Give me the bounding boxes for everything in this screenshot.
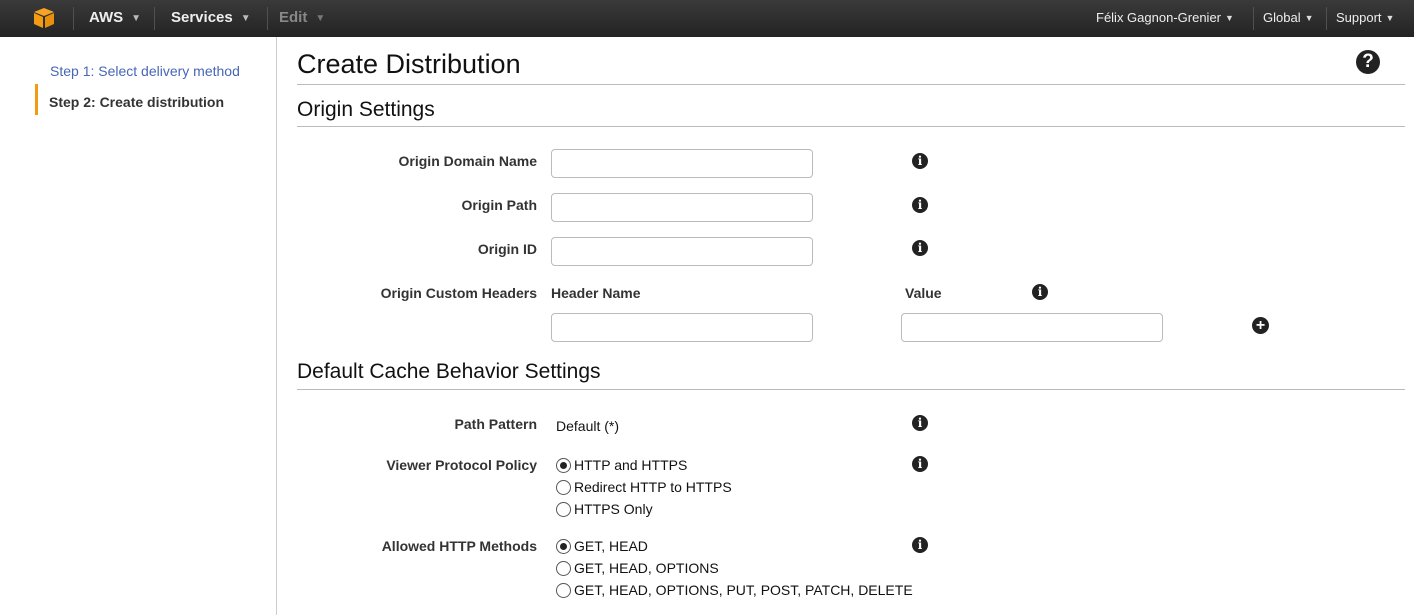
origin-settings-heading: Origin Settings (297, 98, 435, 121)
allowed-http-methods-label: Allowed HTTP Methods (381, 538, 537, 554)
radio-label: GET, HEAD, OPTIONS, PUT, POST, PATCH, DE… (574, 582, 913, 598)
caret-down-icon: ▼ (1385, 13, 1395, 23)
user-menu[interactable]: Félix Gagnon-Grenier ▼ (1096, 0, 1234, 37)
info-icon[interactable]: i (912, 240, 928, 256)
active-step-indicator (35, 84, 38, 115)
cache-behavior-heading: Default Cache Behavior Settings (297, 360, 601, 383)
step-1-link[interactable]: Step 1: Select delivery method (50, 63, 240, 79)
aws-menu[interactable]: AWS ▼ (89, 0, 141, 37)
info-icon[interactable]: i (912, 537, 928, 553)
radio-button-selected[interactable] (556, 457, 571, 473)
region-menu[interactable]: Global ▼ (1263, 0, 1314, 37)
header-value-column-label: Value (905, 285, 942, 301)
caret-down-icon: ▼ (1304, 13, 1314, 23)
info-icon[interactable]: i (912, 153, 928, 169)
nav-divider (1253, 7, 1254, 30)
user-menu-label: Félix Gagnon-Grenier (1096, 10, 1221, 25)
radio-label: GET, HEAD, OPTIONS (574, 560, 719, 576)
info-icon[interactable]: i (1032, 284, 1048, 300)
radio-label: HTTPS Only (574, 501, 653, 517)
aws-cube-logo-icon[interactable] (33, 7, 55, 29)
edit-menu-label: Edit (279, 9, 308, 26)
header-value-input[interactable] (901, 313, 1163, 342)
header-name-column-label: Header Name (551, 285, 641, 301)
aws-menu-label: AWS (89, 9, 124, 26)
origin-id-label: Origin ID (477, 241, 537, 257)
radio-button-selected[interactable] (556, 538, 571, 554)
add-header-icon[interactable]: + (1252, 317, 1269, 334)
origin-id-input[interactable] (551, 237, 813, 266)
viewer-protocol-policy-label: Viewer Protocol Policy (386, 457, 537, 473)
origin-domain-name-label: Origin Domain Name (398, 153, 537, 169)
wizard-steps-sidebar: Step 1: Select delivery method Step 2: C… (0, 37, 277, 615)
caret-down-icon: ▼ (1225, 13, 1234, 23)
nav-divider (1326, 7, 1327, 30)
nav-divider (267, 7, 268, 30)
radio-get-head[interactable]: GET, HEAD (556, 538, 648, 554)
radio-https-only[interactable]: HTTPS Only (556, 501, 653, 517)
radio-label: HTTP and HTTPS (574, 457, 688, 473)
services-menu[interactable]: Services ▼ (171, 0, 251, 37)
support-menu-label: Support (1336, 10, 1382, 25)
step-2-current: Step 2: Create distribution (49, 94, 225, 110)
origin-path-label: Origin Path (461, 197, 537, 213)
path-pattern-label: Path Pattern (454, 416, 537, 432)
edit-menu[interactable]: Edit ▼ (279, 0, 325, 37)
radio-all-methods[interactable]: GET, HEAD, OPTIONS, PUT, POST, PATCH, DE… (556, 582, 913, 598)
divider (297, 126, 1405, 127)
radio-label: Redirect HTTP to HTTPS (574, 479, 732, 495)
nav-divider (154, 7, 155, 30)
radio-button[interactable] (556, 479, 571, 495)
origin-path-input[interactable] (551, 193, 813, 222)
radio-get-head-options[interactable]: GET, HEAD, OPTIONS (556, 560, 719, 576)
chevron-down-icon: ▼ (131, 13, 142, 24)
page-title: Create Distribution (297, 49, 521, 79)
chevron-down-icon: ▼ (240, 13, 251, 24)
nav-divider (73, 7, 74, 30)
region-menu-label: Global (1263, 10, 1301, 25)
info-icon[interactable]: i (912, 197, 928, 213)
origin-custom-headers-label: Origin Custom Headers (380, 285, 537, 301)
info-icon[interactable]: i (912, 456, 928, 472)
path-pattern-value: Default (*) (556, 418, 620, 434)
header-name-input[interactable] (551, 313, 813, 342)
radio-label: GET, HEAD (574, 538, 648, 554)
info-icon[interactable]: i (912, 415, 928, 431)
divider (297, 389, 1405, 390)
top-navigation-bar: AWS ▼ Services ▼ Edit ▼ Félix Gagnon-Grenie… (0, 0, 1414, 37)
support-menu[interactable]: Support ▼ (1336, 0, 1394, 37)
chevron-down-icon: ▼ (315, 13, 326, 24)
radio-button[interactable] (556, 582, 571, 598)
radio-http-and-https[interactable]: HTTP and HTTPS (556, 457, 687, 473)
radio-button[interactable] (556, 501, 571, 517)
divider (297, 84, 1405, 85)
radio-button[interactable] (556, 560, 571, 576)
services-menu-label: Services (171, 9, 233, 26)
origin-domain-name-input[interactable] (551, 149, 813, 178)
radio-redirect-http-to-https[interactable]: Redirect HTTP to HTTPS (556, 479, 732, 495)
help-icon[interactable]: ? (1356, 50, 1380, 74)
